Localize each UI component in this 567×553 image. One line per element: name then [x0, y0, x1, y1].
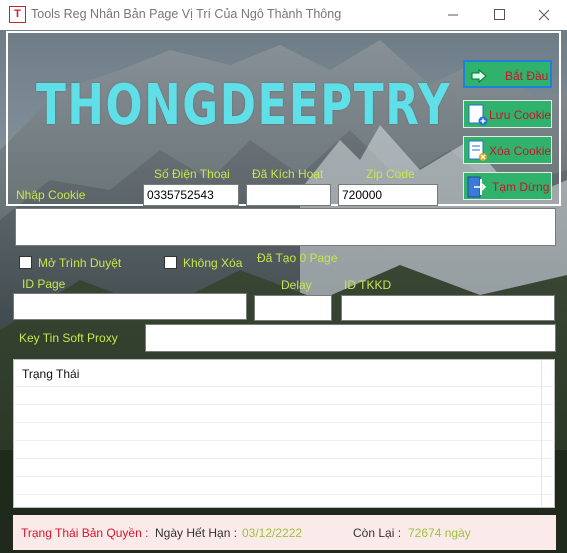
zip-label: Zip Code — [366, 167, 415, 181]
id-page-label: ID Page — [22, 277, 66, 291]
expiry-label: Ngày Hết Hạn : — [155, 526, 238, 540]
status-row-divider — [15, 440, 553, 441]
status-row-divider — [15, 458, 553, 459]
pause-button-label: Tạm Dừng — [492, 180, 550, 194]
logo-text: THONGDEEPTRY — [36, 73, 452, 138]
activated-input[interactable] — [246, 184, 331, 206]
delay-label: Delay — [281, 278, 312, 292]
delete-cookie-button[interactable]: Xóa Cookie — [463, 136, 552, 164]
activated-label: Đã Kích Hoạt — [252, 167, 324, 181]
exit-door-icon — [467, 176, 487, 198]
open-browser-checkbox[interactable] — [19, 256, 32, 269]
license-footer: Trạng Thái Bản Quyền : Ngày Hết Hạn : 03… — [13, 515, 556, 550]
license-status-label: Trạng Thái Bản Quyền : — [21, 526, 149, 540]
delete-document-icon — [468, 140, 487, 161]
cookie-input[interactable] — [15, 208, 556, 246]
save-cookie-button[interactable]: Lưu Cookie — [463, 100, 552, 128]
pages-created-label: Đã Tạo 0 Page — [257, 251, 338, 265]
open-browser-label: Mở Trình Duyệt — [38, 256, 122, 270]
delete-cookie-label: Xóa Cookie — [489, 144, 552, 158]
phone-input[interactable] — [143, 184, 239, 206]
status-row-divider — [15, 386, 553, 387]
remaining-days: 72674 ngày — [408, 526, 471, 540]
status-column-header: Trạng Thái — [22, 367, 80, 381]
minimize-icon — [448, 14, 458, 16]
phone-label: Số Điện Thoại — [154, 167, 230, 181]
pause-button[interactable]: Tạm Dừng — [463, 172, 552, 200]
zip-input[interactable] — [338, 184, 438, 206]
status-row-divider — [15, 476, 553, 477]
start-button-label: Bắt Đầu — [505, 69, 549, 83]
status-list[interactable]: Trạng Thái — [13, 359, 555, 508]
start-arrow-icon — [468, 67, 490, 85]
status-row-divider — [15, 422, 553, 423]
id-page-input[interactable] — [13, 293, 247, 320]
minimize-button[interactable] — [430, 0, 476, 30]
maximize-icon — [494, 9, 505, 20]
close-button[interactable] — [521, 0, 567, 30]
remaining-label: Còn Lại : — [353, 526, 402, 540]
save-cookie-label: Lưu Cookie — [489, 108, 552, 122]
id-tkkd-label: ID TKKD — [344, 278, 392, 292]
close-icon — [538, 9, 550, 21]
no-delete-label: Không Xóa — [183, 256, 243, 270]
proxy-key-input[interactable] — [145, 324, 556, 352]
maximize-button[interactable] — [476, 0, 522, 30]
save-document-icon — [468, 104, 488, 126]
title-bar: T Tools Reg Nhân Bản Page Vị Trí Của Ngô… — [0, 0, 567, 30]
expiry-date: 03/12/2222 — [242, 526, 303, 540]
delay-input[interactable] — [254, 295, 332, 321]
window-title: Tools Reg Nhân Bản Page Vị Trí Của Ngô T… — [31, 7, 342, 21]
no-delete-checkbox[interactable] — [164, 256, 177, 269]
status-row-divider — [15, 494, 553, 495]
status-column-divider — [541, 361, 542, 506]
proxy-key-label: Key Tin Soft Proxy — [19, 331, 118, 345]
start-button[interactable]: Bắt Đầu — [463, 60, 552, 88]
cookie-label: Nhập Cookie — [16, 188, 86, 202]
status-row-divider — [15, 404, 553, 405]
id-tkkd-input[interactable] — [341, 295, 555, 321]
app-icon: T — [9, 6, 26, 23]
